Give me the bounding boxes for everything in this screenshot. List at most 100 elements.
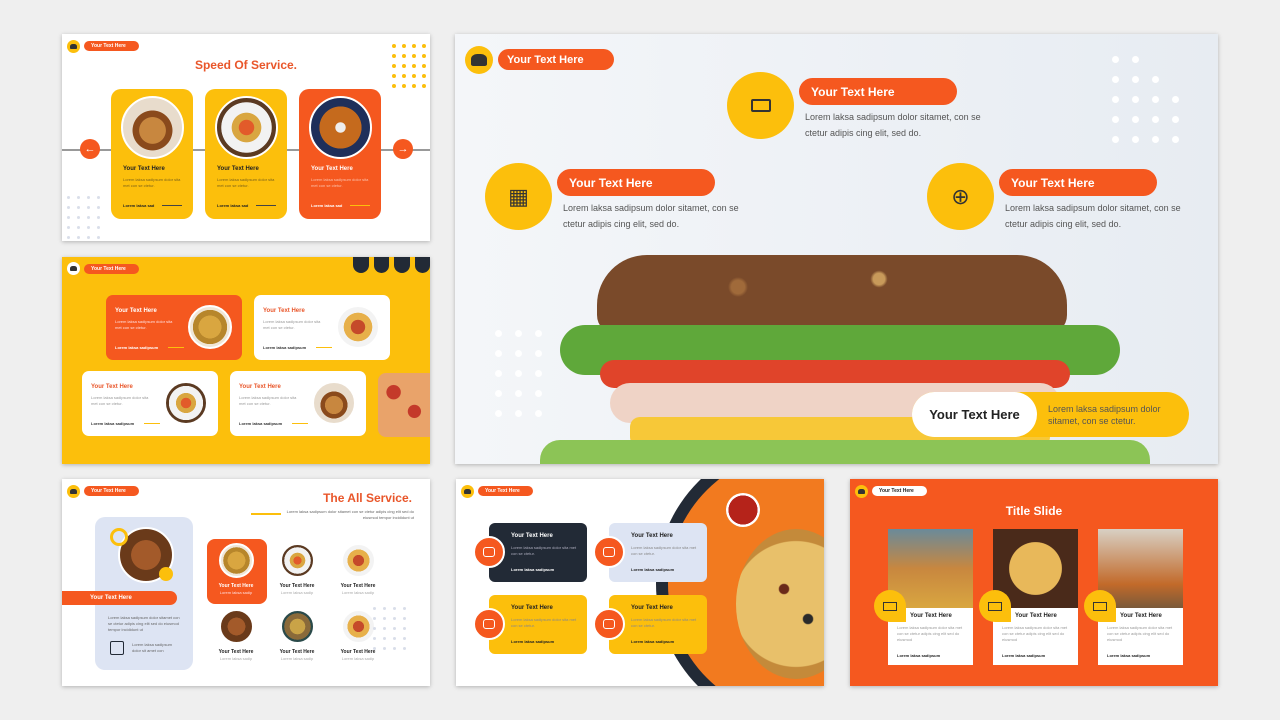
decor-dot xyxy=(1132,96,1139,103)
decor-dot xyxy=(1172,96,1179,103)
decor-dot xyxy=(412,54,416,58)
card-title: Your Text Here xyxy=(217,166,259,172)
decor-dot xyxy=(77,236,80,239)
decor-dot xyxy=(422,84,426,88)
food-image xyxy=(336,305,380,349)
arrow-right-icon[interactable]: → xyxy=(393,139,413,159)
service-image[interactable] xyxy=(219,609,254,644)
decor-dot xyxy=(403,647,406,650)
card-text: Lorem laksa sadipsum dolor sita met con … xyxy=(511,545,577,556)
card-title: Your Text Here xyxy=(631,605,673,611)
decor-dot xyxy=(87,216,90,219)
decor-dot xyxy=(422,54,426,58)
slide-pizza-services[interactable]: Your Text Here Your Text Here Lorem laks… xyxy=(456,479,824,686)
decor-dot xyxy=(402,84,406,88)
accent-line xyxy=(316,347,332,348)
card-footer: Lorem laksa sad xyxy=(311,203,343,208)
menu-card[interactable]: Your Text Here Lorem laksa sadipsum dolo… xyxy=(230,371,366,436)
decor-dot xyxy=(393,627,396,630)
food-image xyxy=(121,96,184,159)
card-text: Lorem laksa sadipsum dolor sita met con … xyxy=(263,319,321,330)
burger-logo-icon xyxy=(855,485,868,498)
decor-dot xyxy=(422,44,426,48)
header-tag: Your Text Here xyxy=(872,486,927,496)
card-footer: Lorem laksa sadipsum xyxy=(263,345,307,350)
card-text: Lorem laksa sadipsum dolor sita met con … xyxy=(511,617,577,628)
service-text: Lorem laksa sadip xyxy=(280,590,314,595)
menu-card[interactable]: Your Text Here Lorem laksa sadipsum dolo… xyxy=(106,295,242,360)
service-image[interactable] xyxy=(341,609,376,644)
food-image xyxy=(309,96,372,159)
burger-logo-icon xyxy=(461,485,474,498)
service-image[interactable] xyxy=(219,543,254,578)
decor-dot xyxy=(1132,116,1139,123)
slide-all-service[interactable]: Your Text Here The All Service. Lorem la… xyxy=(62,479,430,686)
card-title: Your Text Here xyxy=(631,533,673,539)
service-image[interactable] xyxy=(341,543,376,578)
lettuce-bottom xyxy=(540,440,1150,464)
card-title: Your Text Here xyxy=(115,308,157,314)
slide-menu-cards[interactable]: Your Text Here Your Text Here Lorem laks… xyxy=(62,257,430,464)
service-title: Your Text Here xyxy=(340,583,376,589)
service-title: Your Text Here xyxy=(279,649,315,655)
service-title: Your Text Here xyxy=(218,583,254,589)
accent-line xyxy=(168,347,184,348)
decor-dot xyxy=(1152,96,1159,103)
decor-dot xyxy=(97,206,100,209)
decor-dot xyxy=(402,44,406,48)
item-label: Your Text Here xyxy=(557,169,715,196)
bread-top xyxy=(597,255,1067,335)
card-footer: Lorem laksa sadipsum xyxy=(91,421,135,426)
slide-speed-of-service[interactable]: Your Text Here Speed Of Service. ← → You… xyxy=(62,34,430,241)
main-slide[interactable]: Your Text Here Your Text Here Lorem laks… xyxy=(455,34,1218,464)
decor-dot xyxy=(495,410,502,417)
card-text: Lorem laksa sadipsum dolor sita met con … xyxy=(1002,625,1068,642)
header-tag: Your Text Here xyxy=(478,486,533,496)
card-title: Your Text Here xyxy=(311,166,353,172)
decor-dot xyxy=(1132,56,1139,63)
decor-dot xyxy=(402,54,406,58)
decor-dot xyxy=(373,647,376,650)
card-text: Lorem laksa sadipsum dolor sita met con … xyxy=(311,177,369,188)
decor-dot xyxy=(393,647,396,650)
service-title: Your Text Here xyxy=(218,649,254,655)
service-text: Lorem laksa sadip xyxy=(341,590,375,595)
decor-dot xyxy=(77,216,80,219)
decor-dot xyxy=(1152,136,1159,143)
slide-title: The All Service. xyxy=(323,491,412,505)
subtitle: Lorem laksa sadipsum dolor sitamet con s… xyxy=(286,509,414,520)
burger-logo-icon xyxy=(67,485,80,498)
service-card[interactable]: Your Text Here Lorem laksa sadipsum dolo… xyxy=(205,89,287,219)
arrow-left-icon[interactable]: ← xyxy=(80,139,100,159)
decor-dot xyxy=(392,84,396,88)
table-chairs-icon xyxy=(1084,590,1116,622)
decor-dot xyxy=(392,54,396,58)
decor-dot xyxy=(97,216,100,219)
decor-dot xyxy=(412,84,416,88)
header-tag: Your Text Here xyxy=(84,486,139,496)
decor-dot xyxy=(383,617,386,620)
service-image[interactable] xyxy=(280,609,315,644)
decor-dot xyxy=(403,617,406,620)
slide-title-slide[interactable]: Your Text Here Title Slide Your Text Her… xyxy=(850,479,1218,686)
decor-dot xyxy=(373,627,376,630)
card-title: Your Text Here xyxy=(239,384,281,390)
decor-dot xyxy=(373,637,376,640)
decor-dot xyxy=(402,64,406,68)
decor-dot xyxy=(373,617,376,620)
decor-dot xyxy=(422,74,426,78)
food-image xyxy=(164,381,208,425)
card-text: Lorem laksa sadipsum dolor sita met con … xyxy=(631,617,697,628)
service-card[interactable]: Your Text Here Lorem laksa sadipsum dolo… xyxy=(111,89,193,219)
service-card[interactable]: Your Text Here Lorem laksa sadipsum dolo… xyxy=(299,89,381,219)
decor-dot xyxy=(383,637,386,640)
menu-card[interactable]: Your Text Here Lorem laksa sadipsum dolo… xyxy=(254,295,390,360)
decor-dot xyxy=(495,330,502,337)
card-footer: Lorem laksa sadipsum xyxy=(511,639,555,644)
decor-dot xyxy=(1112,96,1119,103)
decor-dot xyxy=(515,330,522,337)
menu-card[interactable]: Your Text Here Lorem laksa sadipsum dolo… xyxy=(82,371,218,436)
service-image[interactable] xyxy=(280,543,315,578)
card-title: Your Text Here xyxy=(263,308,305,314)
decor-dot xyxy=(1172,136,1179,143)
